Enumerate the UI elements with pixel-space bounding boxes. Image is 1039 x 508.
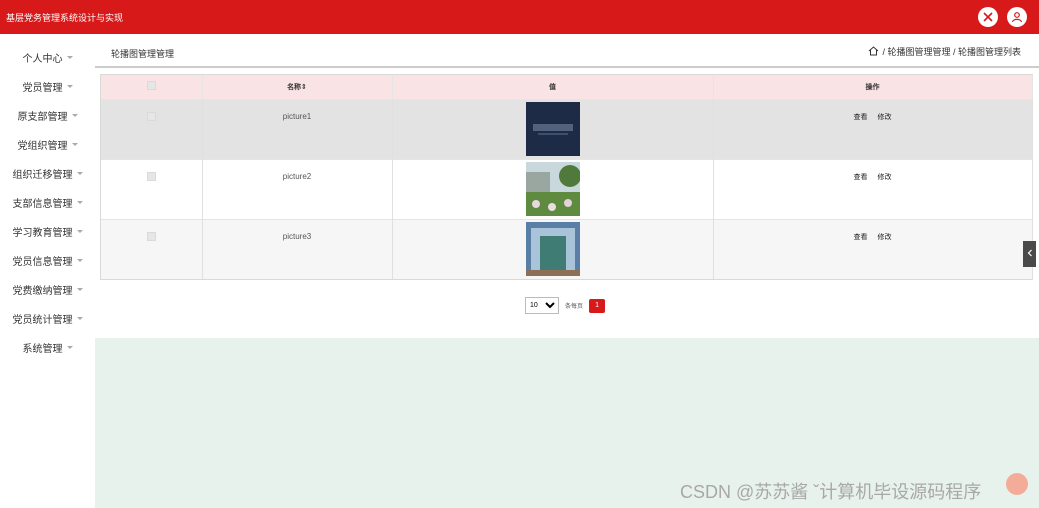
sidebar-item-original-branch[interactable]: 原支部管理 — [0, 101, 95, 130]
page-size-select[interactable]: 10 — [525, 297, 559, 314]
row-value-cell — [392, 218, 714, 279]
sidebar-item-party-members[interactable]: 党员管理 — [0, 72, 95, 101]
carousel-image-thumbnail — [525, 221, 580, 276]
row-name: picture2 — [202, 158, 393, 219]
chevron-down-icon — [71, 143, 78, 146]
user-icon[interactable] — [1007, 7, 1027, 27]
chevron-down-icon — [66, 56, 73, 59]
sidebar-item-label: 个人中心 — [22, 54, 63, 65]
column-header-ops: 操作 — [713, 75, 1033, 99]
sidebar-item-label: 党组织管理 — [17, 141, 68, 152]
chevron-down-icon — [66, 85, 73, 88]
sidebar-item-org-transfer[interactable]: 组织迁移管理 — [0, 159, 95, 188]
carousel-table: 名称⇕ 值 操作 picture1 查看 修改 picture2 查看 修改 p… — [100, 74, 1033, 280]
row-name: picture3 — [202, 218, 393, 279]
edit-button[interactable]: 修改 — [878, 234, 892, 241]
sidebar-item-label: 党员信息管理 — [12, 257, 73, 268]
table-row: picture3 查看 修改 — [101, 218, 1033, 279]
page-button-current[interactable]: 1 — [589, 298, 606, 313]
sidebar-item-label: 原支部管理 — [17, 112, 68, 123]
chevron-left-icon — [1027, 249, 1033, 260]
view-button[interactable]: 查看 — [854, 234, 868, 241]
pagination: 10 条每页 1 — [525, 297, 606, 314]
select-all-header[interactable] — [101, 75, 203, 99]
home-icon[interactable] — [868, 45, 879, 58]
sidebar-item-member-info[interactable]: 党员信息管理 — [0, 246, 95, 275]
carousel-image-thumbnail — [525, 101, 580, 156]
select-all-checkbox[interactable] — [146, 81, 156, 91]
row-name: picture1 — [202, 98, 393, 159]
edit-button[interactable]: 修改 — [878, 114, 892, 121]
column-header-name[interactable]: 名称⇕ — [202, 75, 393, 99]
row-actions: 查看 修改 — [713, 218, 1033, 279]
column-header-value: 值 — [392, 75, 714, 99]
breadcrumb: / 轮播图管理管理 / 轮播图管理列表 — [868, 45, 1021, 58]
chevron-down-icon — [76, 288, 83, 291]
sidebar-item-label: 党费缴纳管理 — [12, 286, 73, 297]
row-value-cell — [392, 158, 714, 219]
sidebar-item-system[interactable]: 系统管理 — [0, 333, 95, 362]
row-select-cell — [101, 98, 203, 159]
sidebar-item-label: 党员管理 — [22, 83, 63, 94]
chevron-down-icon — [76, 317, 83, 320]
view-button[interactable]: 查看 — [854, 114, 868, 121]
table-row: picture1 查看 修改 — [101, 98, 1033, 159]
chevron-down-icon — [71, 114, 78, 117]
row-actions: 查看 修改 — [713, 158, 1033, 219]
table-header-row: 名称⇕ 值 操作 — [101, 75, 1033, 99]
breadcrumb-path[interactable]: / 轮播图管理管理 / 轮播图管理列表 — [882, 45, 1021, 58]
sidebar-item-member-statistics[interactable]: 党员统计管理 — [0, 304, 95, 333]
watermark-text: CSDN @苏苏酱 ˇ计算机毕设源码程序 — [680, 482, 982, 502]
floating-button[interactable] — [1006, 473, 1028, 495]
edit-button[interactable]: 修改 — [878, 174, 892, 181]
chevron-down-icon — [76, 259, 83, 262]
row-value-cell — [392, 98, 714, 159]
sidebar-item-study-education[interactable]: 学习教育管理 — [0, 217, 95, 246]
per-page-label: 条每页 — [565, 304, 584, 310]
app-header: 基层党务管理系统设计与实现 — [0, 0, 1039, 34]
sidebar-item-label: 学习教育管理 — [12, 228, 73, 239]
row-checkbox[interactable] — [146, 111, 156, 121]
table-row: picture2 查看 修改 — [101, 158, 1033, 219]
app-title: 基层党务管理系统设计与实现 — [6, 13, 124, 23]
sidebar-item-personal-center[interactable]: 个人中心 — [0, 43, 95, 72]
sidebar-item-dues-payment[interactable]: 党费缴纳管理 — [0, 275, 95, 304]
content-topbar: 轮播图管理管理 / 轮播图管理管理 / 轮播图管理列表 — [95, 34, 1039, 68]
sidebar-item-label: 党员统计管理 — [12, 315, 73, 326]
sidebar-item-label: 支部信息管理 — [12, 199, 73, 210]
row-select-cell — [101, 158, 203, 219]
close-icon[interactable] — [978, 7, 998, 27]
chevron-down-icon — [76, 201, 83, 204]
sidebar: 个人中心 党员管理 原支部管理 党组织管理 组织迁移管理 支部信息管理 学习教育… — [0, 34, 95, 508]
chevron-down-icon — [66, 346, 73, 349]
sidebar-item-branch-info[interactable]: 支部信息管理 — [0, 188, 95, 217]
carousel-image-thumbnail — [525, 161, 580, 216]
collapse-panel-button[interactable] — [1023, 241, 1036, 267]
row-actions: 查看 修改 — [713, 98, 1033, 159]
row-checkbox[interactable] — [146, 231, 156, 241]
sidebar-item-label: 系统管理 — [22, 344, 63, 355]
sidebar-item-label: 组织迁移管理 — [12, 170, 73, 181]
row-select-cell — [101, 218, 203, 279]
row-checkbox[interactable] — [146, 171, 156, 181]
page-title: 轮播图管理管理 — [111, 49, 175, 59]
sidebar-item-party-organization[interactable]: 党组织管理 — [0, 130, 95, 159]
view-button[interactable]: 查看 — [854, 174, 868, 181]
chevron-down-icon — [76, 230, 83, 233]
chevron-down-icon — [76, 172, 83, 175]
